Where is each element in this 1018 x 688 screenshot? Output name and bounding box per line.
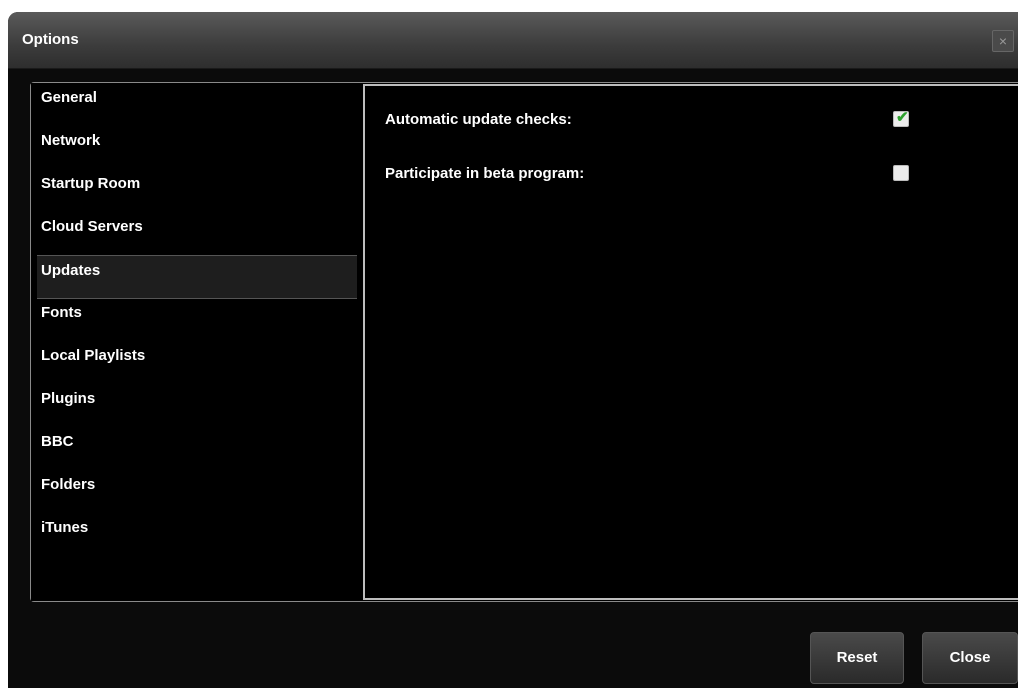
sidebar-item-label: Fonts — [41, 304, 82, 321]
sidebar-item-itunes[interactable]: iTunes — [37, 513, 357, 555]
reset-button[interactable]: Reset — [810, 632, 904, 684]
sidebar-item-label: iTunes — [41, 519, 89, 536]
options-dialog: Options × General Network Startup Room C… — [8, 12, 1018, 688]
sidebar-item-label: BBC — [41, 433, 74, 450]
sidebar-item-local-playlists[interactable]: Local Playlists — [37, 341, 357, 383]
sidebar-item-label: Network — [41, 132, 101, 149]
close-button[interactable]: Close — [922, 632, 1018, 684]
close-icon[interactable]: × — [992, 30, 1014, 52]
dialog-title: Options — [22, 31, 79, 48]
sidebar-item-bbc[interactable]: BBC — [37, 427, 357, 469]
sidebar-item-label: General — [41, 89, 97, 106]
sidebar-item-updates[interactable]: Updates — [37, 255, 357, 299]
sidebar-item-folders[interactable]: Folders — [37, 470, 357, 512]
beta-program-label: Participate in beta program: — [385, 165, 585, 182]
sidebar-item-startup-room[interactable]: Startup Room — [37, 169, 357, 211]
sidebar-item-label: Local Playlists — [41, 347, 146, 364]
checkmark-icon: ✔ — [896, 109, 909, 126]
beta-program-checkbox[interactable] — [893, 165, 909, 181]
sidebar-item-label: Startup Room — [41, 175, 141, 192]
sidebar-item-network[interactable]: Network — [37, 126, 357, 168]
sidebar-item-label: Plugins — [41, 390, 96, 407]
title-bar[interactable]: Options × — [8, 12, 1018, 69]
sidebar-item-label: Updates — [41, 262, 101, 279]
sidebar-item-fonts[interactable]: Fonts — [37, 298, 357, 340]
sidebar-item-general[interactable]: General — [37, 83, 357, 125]
sidebar-item-label: Folders — [41, 476, 96, 493]
updates-settings-pane: Automatic update checks: ✔ Participate i… — [363, 84, 1018, 600]
sidebar-item-cloud-servers[interactable]: Cloud Servers — [37, 212, 357, 254]
auto-update-label: Automatic update checks: — [385, 111, 572, 128]
sidebar-item-label: Cloud Servers — [41, 218, 143, 235]
auto-update-checkbox[interactable]: ✔ — [893, 109, 909, 127]
sidebar-item-plugins[interactable]: Plugins — [37, 384, 357, 426]
category-sidebar: General Network Startup Room Cloud Serve… — [31, 83, 359, 601]
options-panel: General Network Startup Room Cloud Serve… — [30, 82, 1018, 602]
